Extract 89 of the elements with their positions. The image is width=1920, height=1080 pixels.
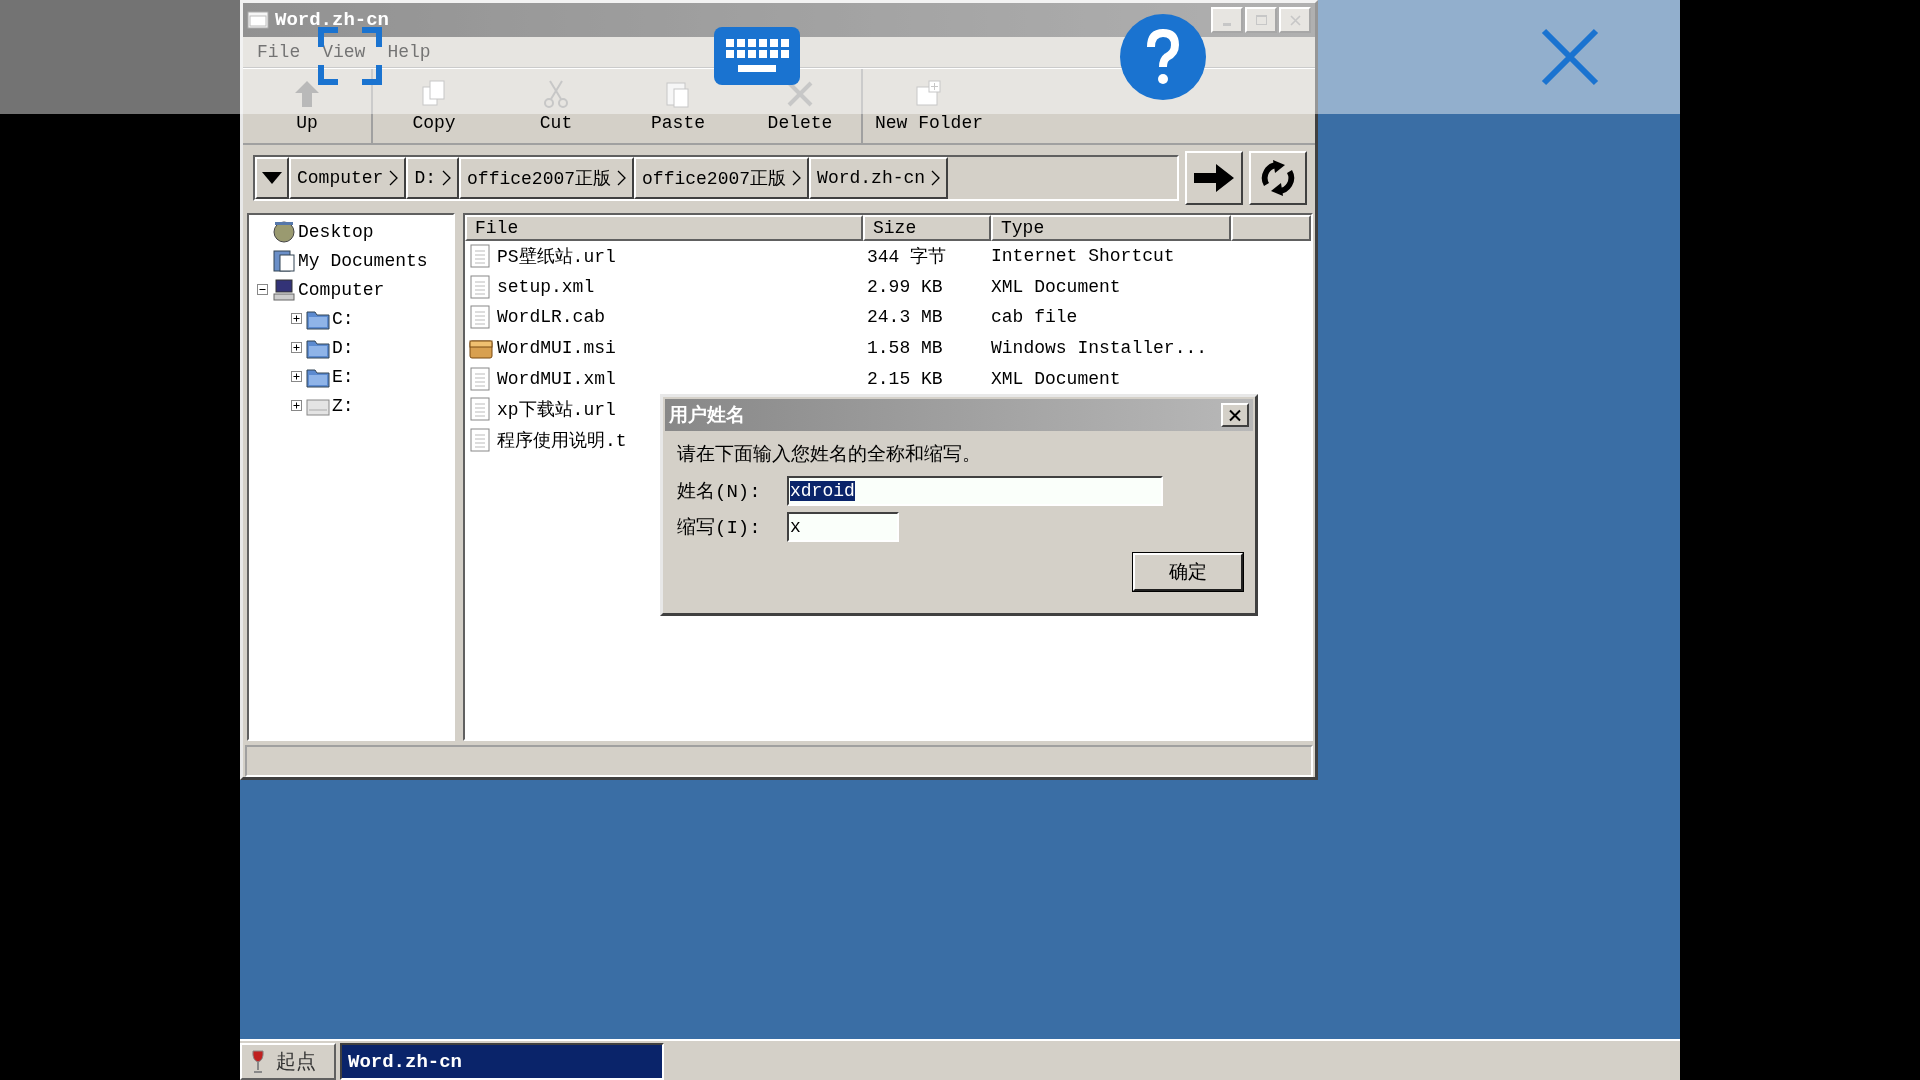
- file-type: Internet Shortcut: [991, 246, 1175, 267]
- toolbar-button[interactable]: Cut: [495, 69, 617, 143]
- field-label: 缩写(I):: [677, 516, 762, 540]
- ok-button[interactable]: 确定: [1133, 553, 1243, 591]
- start-button[interactable]: 起点: [240, 1043, 336, 1080]
- dialog-message: 请在下面输入您姓名的全称和缩写。: [676, 443, 982, 468]
- column-header[interactable]: Size: [863, 215, 991, 241]
- file-type: XML Document: [991, 368, 1121, 389]
- tree-item[interactable]: E:: [332, 366, 354, 387]
- column-header[interactable]: Type: [991, 215, 1231, 241]
- tree-item[interactable]: Desktop: [298, 221, 374, 242]
- file-type: cab file: [991, 307, 1078, 328]
- document-icon: [469, 305, 493, 330]
- breadcrumb-button[interactable]: office2007正版: [634, 157, 810, 199]
- taskbar-button[interactable]: Word.zh-cn: [340, 1043, 664, 1080]
- maximize-icon: [1253, 13, 1269, 27]
- chevron-icon: [389, 170, 399, 186]
- expand-icon[interactable]: [291, 342, 302, 353]
- file-type: XML Document: [991, 276, 1121, 297]
- wine-glass-icon: [250, 1049, 266, 1074]
- computer-icon: [272, 277, 296, 302]
- input-field[interactable]: xdroid: [787, 476, 1163, 506]
- chevron-icon: [792, 170, 802, 186]
- tree-item[interactable]: C:: [332, 308, 354, 329]
- refresh-button[interactable]: [1249, 151, 1307, 205]
- go-button[interactable]: [1185, 151, 1243, 205]
- menu-item[interactable]: View: [322, 42, 366, 62]
- field-label: 姓名(N):: [677, 480, 762, 504]
- column-header[interactable]: [1231, 215, 1311, 241]
- expand-icon[interactable]: [291, 371, 302, 382]
- minimize-icon: [1223, 23, 1231, 26]
- file-size: 1.58 MB: [867, 338, 943, 359]
- file-name[interactable]: PS壁纸站.url: [497, 244, 616, 269]
- dialog-title: 用户姓名: [669, 403, 745, 428]
- dropdown-icon: [262, 172, 282, 184]
- input-field[interactable]: x: [787, 512, 899, 542]
- document-icon: [469, 366, 493, 391]
- help-icon[interactable]: [1120, 14, 1206, 100]
- close-button[interactable]: [1221, 403, 1249, 427]
- globe-icon: [272, 219, 296, 244]
- toolbar-button[interactable]: New Folder: [863, 69, 996, 143]
- documents-icon: [272, 248, 296, 273]
- menu-item[interactable]: File: [257, 42, 301, 62]
- document-icon: [469, 244, 493, 269]
- file-size: 2.99 KB: [867, 276, 943, 297]
- document-icon: [469, 274, 493, 299]
- close-icon: [1228, 408, 1242, 422]
- keyboard-icon[interactable]: [714, 27, 800, 85]
- fullscreen-icon[interactable]: [318, 27, 382, 85]
- breadcrumb-button[interactable]: Computer: [289, 157, 407, 199]
- tree-item[interactable]: Z:: [332, 395, 354, 416]
- app-icon: [247, 11, 269, 29]
- new-folder-icon: [914, 79, 944, 109]
- tree-item[interactable]: D:: [332, 337, 354, 358]
- scissors-icon: [541, 79, 571, 109]
- expand-icon[interactable]: [291, 313, 302, 324]
- dropdown-button[interactable]: [255, 157, 289, 199]
- toolbar-button[interactable]: Up: [243, 69, 371, 143]
- chevron-icon: [442, 170, 452, 186]
- column-header[interactable]: File: [465, 215, 863, 241]
- breadcrumb-button[interactable]: D:: [406, 157, 460, 199]
- menu-item[interactable]: Help: [387, 42, 431, 62]
- file-name[interactable]: xp下载站.url: [497, 397, 616, 422]
- toolbar-button[interactable]: Copy: [373, 69, 495, 143]
- tree-item[interactable]: Computer: [298, 279, 385, 300]
- breadcrumb-button[interactable]: office2007正版: [459, 157, 635, 199]
- file-type: Windows Installer...: [991, 338, 1208, 359]
- file-name[interactable]: WordLR.cab: [497, 307, 606, 328]
- breadcrumb-button[interactable]: Word.zh-cn: [809, 157, 949, 199]
- file-size: 24.3 MB: [867, 307, 943, 328]
- chevron-icon: [931, 170, 941, 186]
- document-icon: [469, 397, 493, 422]
- close-icon: [1287, 13, 1303, 27]
- tree-item[interactable]: My Documents: [298, 250, 428, 271]
- collapse-icon[interactable]: [257, 284, 268, 295]
- expand-icon[interactable]: [291, 400, 302, 411]
- toolbar-button[interactable]: Delete: [739, 69, 861, 143]
- file-name[interactable]: 程序使用说明.t: [497, 427, 627, 452]
- window-title: Word.zh-cn: [275, 9, 390, 31]
- document-icon: [469, 427, 493, 452]
- file-size: 2.15 KB: [867, 368, 943, 389]
- refresh-icon: [1259, 159, 1297, 197]
- file-size: 344 字节: [867, 246, 947, 269]
- chevron-icon: [617, 170, 627, 186]
- file-name[interactable]: setup.xml: [497, 276, 595, 297]
- file-name[interactable]: WordMUI.msi: [497, 338, 616, 359]
- right-arrow-icon: [1194, 162, 1234, 194]
- delete-icon: [785, 79, 815, 109]
- file-name[interactable]: WordMUI.xml: [497, 368, 616, 389]
